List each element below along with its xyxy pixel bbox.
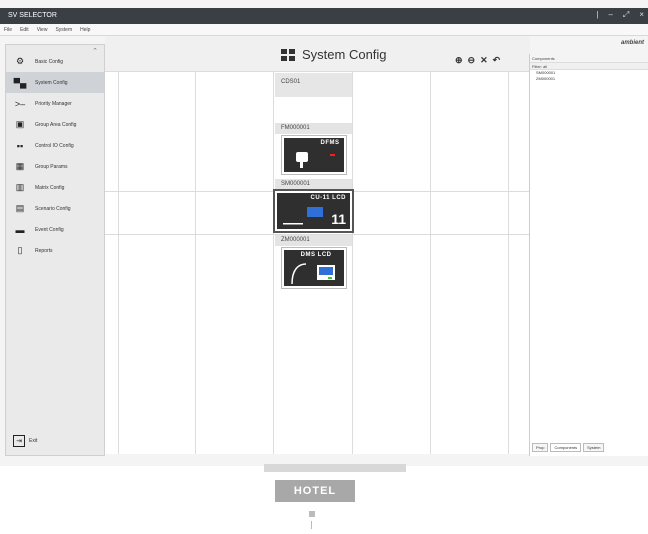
sidebar-item-label: Event Config <box>35 226 64 233</box>
sidebar-item-label: Basic Config <box>35 58 64 65</box>
panel-tabs: Prop Components System <box>532 443 605 452</box>
grid-line <box>430 72 431 454</box>
toolbar: ⊕ ⊖ ✕ ↶ <box>455 55 500 66</box>
gears-icon: ⚙ <box>15 56 25 66</box>
zoom-in-icon[interactable]: ⊕ <box>455 55 463 66</box>
scenario-icon: ▤ <box>15 203 25 213</box>
collapse-icon[interactable]: ⌃ <box>92 47 98 55</box>
connector-line <box>311 521 312 529</box>
sidebar-item-system-config[interactable]: ▀▄ System Config <box>6 72 104 93</box>
components-header: Components <box>530 54 648 63</box>
grid-line <box>118 72 119 454</box>
menu-edit[interactable]: Edit <box>20 27 29 33</box>
exit-icon: ⇥ <box>13 435 25 447</box>
tree-item[interactable]: ZM000001 <box>530 76 648 82</box>
sidebar-item-matrix-config[interactable]: ▥ Matrix Config <box>6 177 104 198</box>
sidebar-item-label: Group Area Config <box>35 121 77 128</box>
menu-view[interactable]: View <box>37 27 48 33</box>
sidebar-item-label: Priority Manager <box>35 100 72 107</box>
device-id: SM000001 <box>275 179 352 190</box>
page-title-text: System Config <box>302 47 387 62</box>
microphone-icon <box>295 152 335 168</box>
event-icon: ▬ <box>15 224 25 235</box>
device-sm[interactable]: SM000001 CU-11 LCD 11 <box>273 179 354 233</box>
priority-icon: >– <box>14 98 26 109</box>
sidebar-item-event-config[interactable]: ▬ Event Config <box>6 219 104 240</box>
exit-label: Exit <box>29 438 38 444</box>
device-cds[interactable]: CDS01 <box>275 73 352 97</box>
sidebar-item-label: Reports <box>35 247 53 254</box>
matrix-icon: ▥ <box>15 182 25 192</box>
undo-icon[interactable]: ↶ <box>493 55 501 66</box>
tab-system[interactable]: System <box>583 443 605 452</box>
system-config-icon: ▀▄ <box>13 77 27 88</box>
microphone-device-image: DFMS <box>280 135 347 175</box>
device-number: 11 <box>331 211 346 227</box>
main-header: System Config ⊕ ⊖ ✕ ↶ <box>105 36 530 72</box>
separator: | <box>596 10 599 19</box>
sidebar-item-label: Matrix Config <box>35 184 65 191</box>
gooseneck-device-image: DMS LCD <box>280 247 347 289</box>
menu-bar: File Edit View System Help <box>0 24 648 36</box>
reports-icon: ▯ <box>17 245 23 255</box>
tab-prop[interactable]: Prop <box>532 443 549 452</box>
title-bar: SV SELECTOR | – ⤢ × <box>0 8 648 24</box>
brand-logo: ambient <box>620 40 644 46</box>
group-area-icon: ▣ <box>15 119 25 129</box>
sidebar-item-group-area-config[interactable]: ▣ Group Area Config <box>6 114 104 135</box>
grid-line <box>508 72 509 454</box>
sidebar-item-group-params[interactable]: ▦ Group Params <box>6 156 104 177</box>
menu-system[interactable]: System <box>55 27 72 33</box>
components-panel: Components Filter: all SM000001 ZM000001… <box>529 54 648 456</box>
device-id: FM000001 <box>275 123 352 134</box>
sidebar-item-label: Group Params <box>35 163 68 170</box>
filter-select[interactable]: Filter: all <box>530 63 648 70</box>
grid-line <box>195 72 196 454</box>
sidebar-item-reports[interactable]: ▯ Reports <box>6 240 104 261</box>
menu-help[interactable]: Help <box>80 27 90 33</box>
zoom-out-icon[interactable]: ⊖ <box>468 55 476 66</box>
controller-device-image: CU-11 LCD 11 <box>273 189 354 233</box>
sidebar-item-priority-manager[interactable]: >– Priority Manager <box>6 93 104 114</box>
screen-stand <box>264 464 406 472</box>
sidebar-item-control-io-config[interactable]: ▪▪ Control IO Config <box>6 135 104 156</box>
system-config-icon <box>281 48 295 61</box>
app-window: SV SELECTOR | – ⤢ × File Edit View Syste… <box>0 0 648 466</box>
minimize-button[interactable]: – <box>608 10 612 20</box>
grid-line <box>352 72 353 454</box>
tab-components[interactable]: Components <box>550 443 582 452</box>
sidebar-item-label: Scenario Config <box>35 205 71 212</box>
exit-button[interactable]: ⇥ Exit <box>13 435 37 447</box>
window-title: SV SELECTOR <box>8 12 57 19</box>
gooseneck-mic-icon <box>290 263 335 285</box>
sidebar-item-scenario-config[interactable]: ▤ Scenario Config <box>6 198 104 219</box>
connector-dot <box>309 511 315 517</box>
control-io-icon: ▪▪ <box>16 140 24 151</box>
delete-icon[interactable]: ✕ <box>480 55 488 66</box>
device-id: ZM000001 <box>275 235 352 246</box>
page-title: System Config <box>281 47 387 62</box>
caption-tag: HOTEL <box>275 480 355 502</box>
close-button[interactable]: × <box>639 10 644 20</box>
sidebar-item-label: Control IO Config <box>35 142 74 149</box>
menu-file[interactable]: File <box>4 27 12 33</box>
canvas-area: System Config ⊕ ⊖ ✕ ↶ CDS01 FM000001 DFM… <box>105 36 530 454</box>
maximize-button[interactable]: ⤢ <box>623 10 629 20</box>
sidebar: ⌃ ⚙ Basic Config ▀▄ System Config >– Priority… <box>5 44 105 456</box>
device-fm[interactable]: FM000001 DFMS <box>275 123 352 175</box>
sidebar-item-label: System Config <box>35 79 68 86</box>
device-zm[interactable]: ZM000001 DMS LCD <box>275 235 352 289</box>
group-params-icon: ▦ <box>15 161 25 171</box>
grid-line <box>273 72 274 454</box>
sidebar-item-basic-config[interactable]: ⚙ Basic Config <box>6 51 104 72</box>
device-id: CDS01 <box>281 79 301 85</box>
